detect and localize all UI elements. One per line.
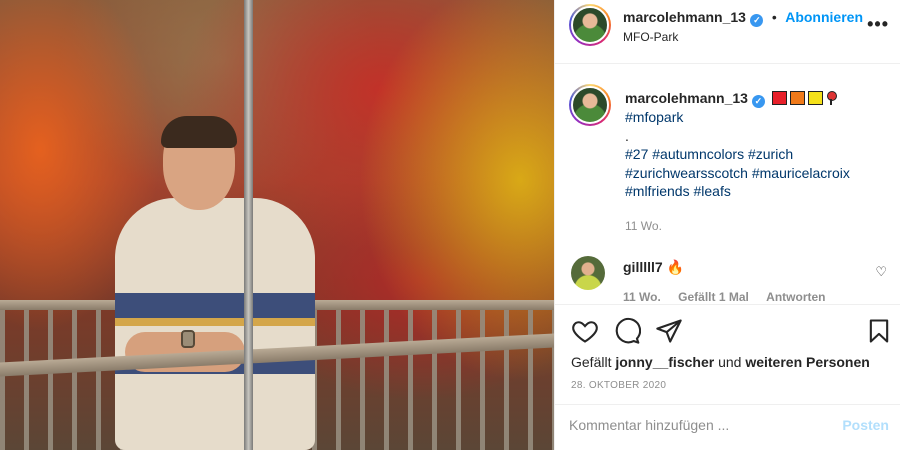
commenter-username[interactable]: gilllll7 [623, 259, 663, 275]
caption-username[interactable]: marcolehmann_13 [625, 90, 748, 106]
hashtag-link[interactable]: #zurich [748, 146, 793, 162]
post-actions: Gefällt jonny__fischer und weiteren Pers… [555, 304, 900, 400]
post-header: marcolehmann_13 ✓ • Abonnieren MFO-Park … [555, 0, 900, 64]
person-figure [115, 116, 315, 450]
hashtag-link[interactable]: #leafs [693, 183, 730, 199]
hashtag-link[interactable]: #mlfriends [625, 183, 690, 199]
post-sidebar: marcolehmann_13 ✓ • Abonnieren MFO-Park … [554, 0, 900, 450]
metal-pole [244, 0, 253, 450]
hashtag-link[interactable]: #autumncolors [652, 146, 744, 162]
like-heart-icon[interactable] [571, 317, 599, 345]
author-username[interactable]: marcolehmann_13 [623, 9, 746, 25]
hashtag-link[interactable]: #mauricelacroix [752, 165, 850, 181]
comment-likes[interactable]: Gefällt 1 Mal [678, 290, 749, 301]
reply-button[interactable]: Antworten [766, 290, 825, 301]
hashtag-link[interactable]: #mfopark [625, 109, 683, 125]
author-avatar[interactable] [569, 4, 611, 46]
comment-timestamp[interactable]: 11 Wo. [623, 290, 661, 301]
liked-by-user[interactable]: jonny__fischer [615, 354, 714, 370]
save-bookmark-icon[interactable] [865, 317, 893, 345]
comment-input[interactable] [569, 417, 819, 433]
wristwatch [181, 330, 195, 348]
comment-bubble-icon[interactable] [613, 317, 641, 345]
commenter-avatar[interactable] [571, 256, 605, 290]
fire-emoji: 🔥 [666, 259, 685, 275]
pushpin-icon [826, 91, 837, 105]
verified-badge-icon: ✓ [751, 95, 765, 108]
post-comment-button[interactable]: Posten [842, 417, 889, 433]
red-square-emoji [771, 91, 787, 105]
add-comment-bar: Posten [555, 404, 900, 450]
hashtag-link[interactable]: #zurichwearsscotch [625, 165, 748, 181]
comment-like-icon[interactable]: ♡ [875, 264, 887, 280]
post-date[interactable]: 28. Oktober 2020 [571, 380, 666, 391]
location-link[interactable]: MFO-Park [623, 30, 678, 44]
verified-badge-icon: ✓ [750, 14, 764, 27]
hashtag-link[interactable]: #27 [625, 146, 648, 162]
orange-square-emoji [789, 91, 805, 105]
caption-timestamp[interactable]: 11 Wo. [625, 219, 662, 233]
yellow-square-emoji [807, 91, 823, 105]
separator-dot: • [771, 9, 777, 25]
caption-avatar[interactable] [569, 84, 611, 126]
liked-by-summary: Gefällt jonny__fischer und weiteren Pers… [571, 354, 870, 370]
more-options-icon[interactable]: ••• [867, 14, 889, 35]
likes-count-link[interactable]: weiteren Personen [745, 354, 870, 370]
post-photo[interactable] [0, 0, 554, 450]
follow-button[interactable]: Abonnieren [785, 9, 863, 25]
share-paper-plane-icon[interactable] [655, 317, 683, 345]
